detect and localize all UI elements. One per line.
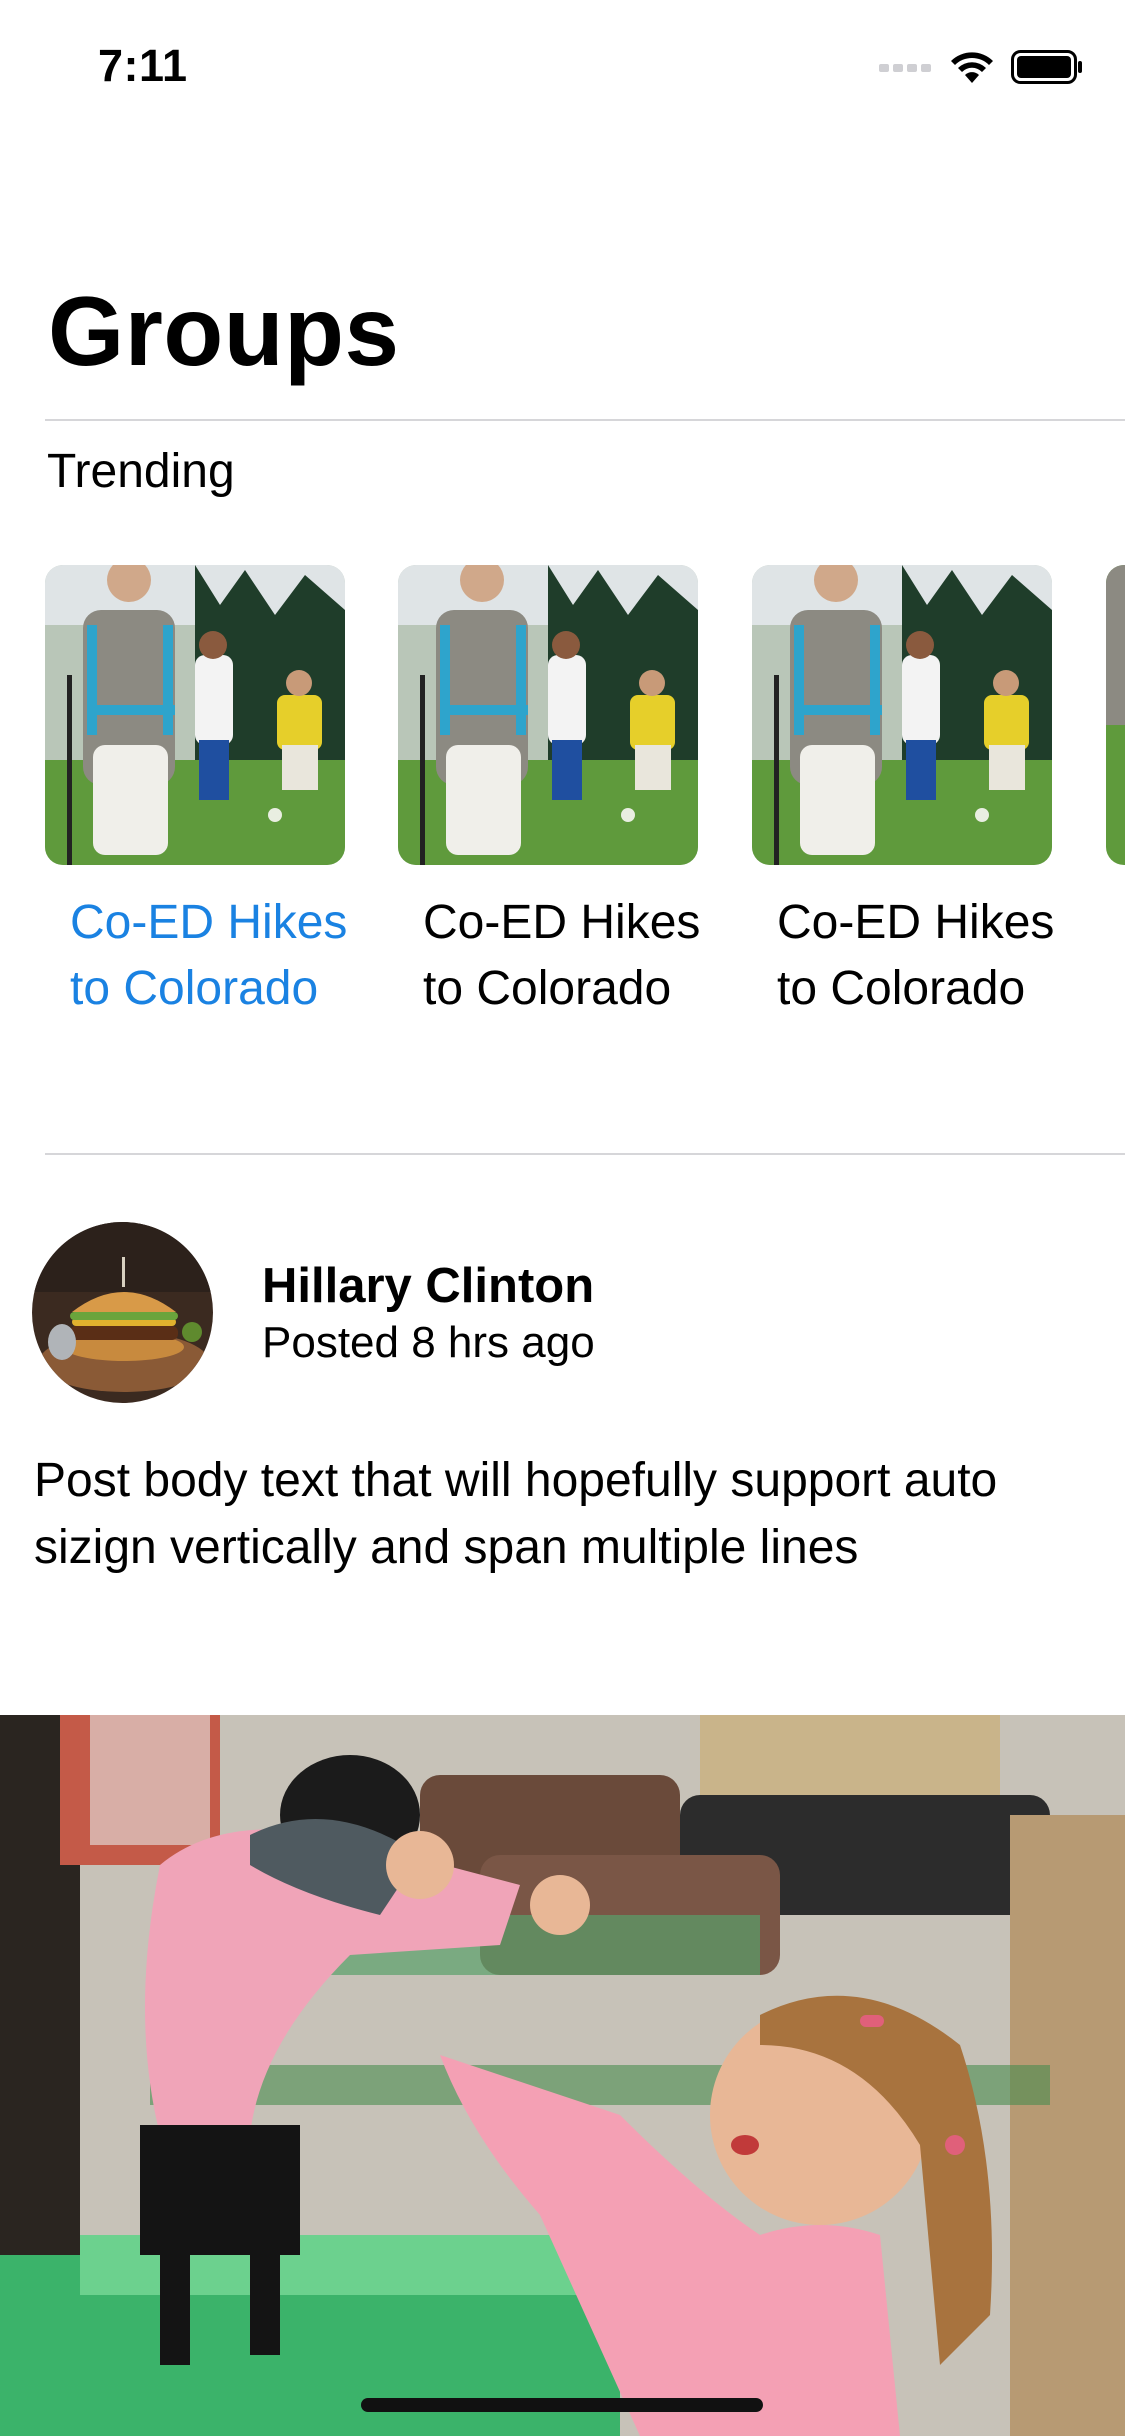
status-bar: 7:11 xyxy=(0,0,1125,132)
post-timestamp: Posted 8 hrs ago xyxy=(262,1318,595,1367)
section-divider xyxy=(45,1153,1125,1155)
hikers-photo xyxy=(45,565,345,865)
trending-card[interactable]: Co-ED Hikes to Colorado xyxy=(398,565,700,1022)
trending-label: Trending xyxy=(47,445,235,498)
status-icons xyxy=(879,50,1083,84)
author-name[interactable]: Hillary Clinton xyxy=(262,1258,594,1314)
trending-card-partial[interactable] xyxy=(1106,565,1125,865)
post-body: Post body text that will hopefully suppo… xyxy=(34,1454,998,1574)
home-indicator[interactable] xyxy=(361,2398,763,2412)
status-time: 7:11 xyxy=(98,40,188,91)
hikers-photo xyxy=(1106,565,1125,865)
hikers-photo xyxy=(398,565,698,865)
cellular-signal-icon xyxy=(879,64,931,72)
trending-card[interactable]: Co-ED Hikes to Colorado xyxy=(752,565,1054,1022)
trending-card[interactable]: Co-ED Hikes to Colorado xyxy=(45,565,347,1022)
trending-carousel[interactable]: Co-ED Hikes to Colorado Co-ED Hikes to C… xyxy=(45,565,1125,1045)
trending-card-title[interactable]: Co-ED Hikes to Colorado xyxy=(752,890,1097,1022)
wifi-icon xyxy=(951,52,993,83)
header-divider xyxy=(45,419,1125,421)
hikers-photo xyxy=(752,565,1052,865)
girl-with-pug-photo[interactable] xyxy=(0,1715,1125,2436)
battery-icon xyxy=(1011,50,1082,84)
avatar[interactable] xyxy=(32,1222,213,1403)
trending-card-title[interactable]: Co-ED Hikes to Colorado xyxy=(398,890,743,1022)
trending-card-title[interactable]: Co-ED Hikes to Colorado xyxy=(45,890,390,1022)
page-title: Groups xyxy=(48,276,400,386)
